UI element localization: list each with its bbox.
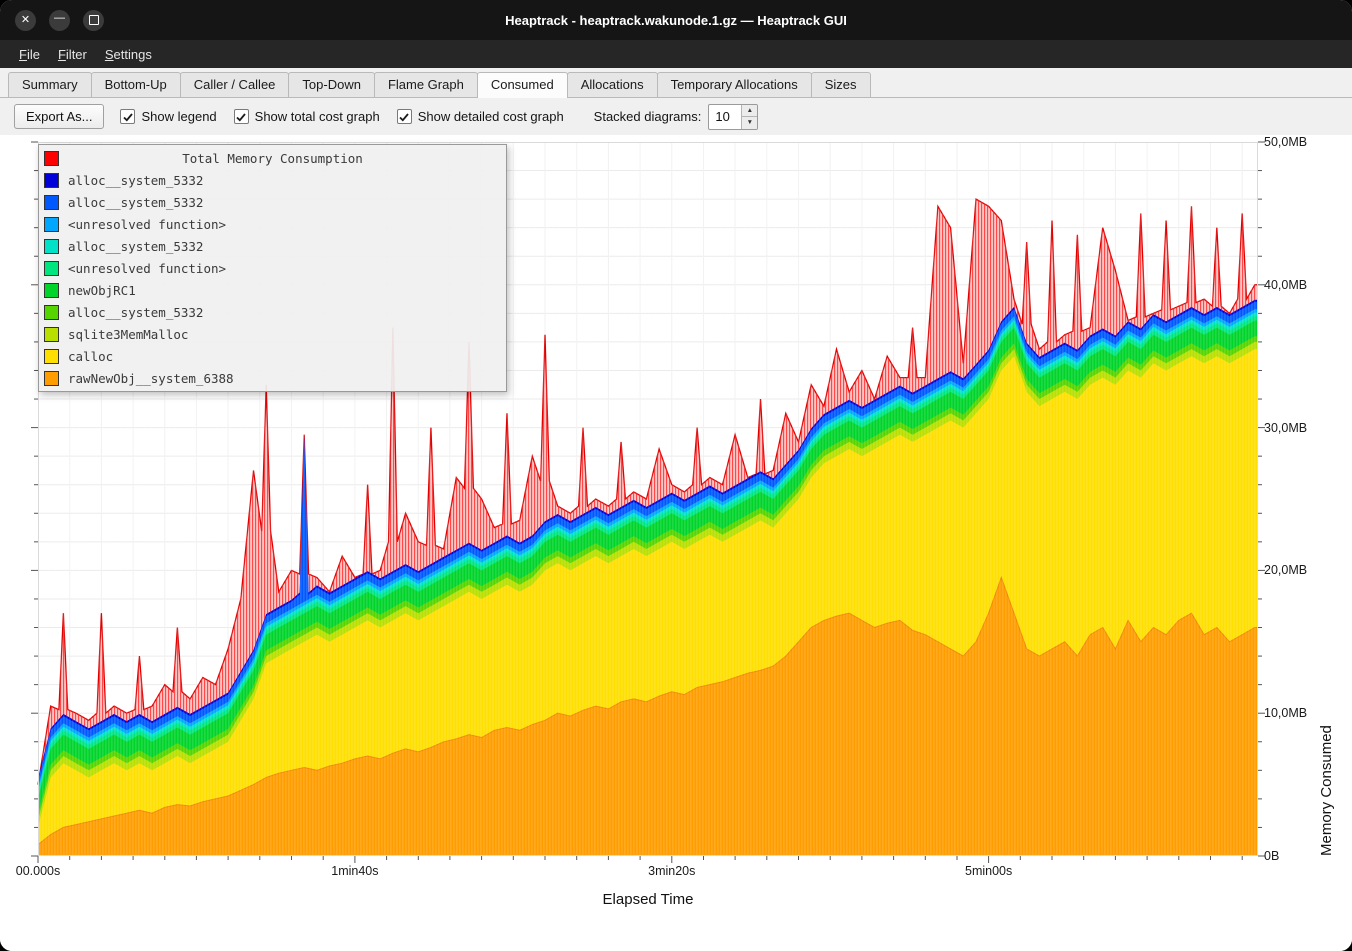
legend-label: rawNewObj__system_6388: [68, 371, 234, 386]
menu-settings[interactable]: Settings: [96, 43, 161, 66]
x-axis-tick-label: 00.000s: [16, 864, 60, 878]
tab-temporary-allocations[interactable]: Temporary Allocations: [657, 72, 812, 97]
close-button[interactable]: ✕: [15, 10, 36, 31]
y-axis-tick-label: 0B: [1264, 848, 1279, 864]
y-axis-tick-label: 10,0MB: [1264, 705, 1307, 721]
window-title: Heaptrack - heaptrack.wakunode.1.gz — He…: [505, 13, 847, 28]
stacked-diagrams-group: Stacked diagrams: 10 ▲ ▼: [594, 104, 759, 130]
maximize-icon: [89, 15, 99, 25]
checkbox-show-legend[interactable]: Show legend: [120, 109, 216, 124]
tab-flame-graph[interactable]: Flame Graph: [374, 72, 478, 97]
stacked-diagrams-label: Stacked diagrams:: [594, 109, 702, 124]
tab-consumed[interactable]: Consumed: [477, 72, 568, 98]
menu-file[interactable]: File: [10, 43, 49, 66]
tab-bar: SummaryBottom-UpCaller / CalleeTop-DownF…: [0, 68, 1352, 98]
maximize-button[interactable]: [83, 10, 104, 31]
checkbox-box[interactable]: [397, 109, 412, 124]
x-axis-tick-label: 3min20s: [648, 864, 695, 878]
export-as-button[interactable]: Export As...: [14, 104, 104, 129]
legend-item: alloc__system_5332: [39, 191, 506, 213]
title-bar: ✕ — Heaptrack - heaptrack.wakunode.1.gz …: [0, 0, 1352, 40]
legend-label: alloc__system_5332: [68, 305, 203, 320]
y-axis-tick-label: 30,0MB: [1264, 420, 1307, 436]
tab-sizes[interactable]: Sizes: [811, 72, 871, 97]
toolbar: Export As... Show legend Show total cost …: [0, 98, 1352, 135]
legend-swatch: [44, 349, 59, 364]
tab-top-down[interactable]: Top-Down: [288, 72, 375, 97]
app-window: ✕ — Heaptrack - heaptrack.wakunode.1.gz …: [0, 0, 1352, 951]
tab-bottom-up[interactable]: Bottom-Up: [91, 72, 181, 97]
spinner-up-button[interactable]: ▲: [742, 105, 757, 118]
legend-item: newObjRC1: [39, 279, 506, 301]
legend-total-swatch: [44, 151, 59, 166]
chart-legend: Total Memory Consumption alloc__system_53…: [38, 144, 507, 392]
legend-label: sqlite3MemMalloc: [68, 327, 188, 342]
legend-label: <unresolved function>: [68, 217, 226, 232]
checkbox-label: Show detailed cost graph: [418, 109, 564, 124]
legend-title-row: Total Memory Consumption: [39, 147, 506, 169]
legend-title: Total Memory Consumption: [182, 151, 363, 166]
minimize-button[interactable]: —: [49, 10, 70, 31]
close-icon: ✕: [21, 15, 30, 26]
legend-item: alloc__system_5332: [39, 169, 506, 191]
legend-label: alloc__system_5332: [68, 195, 203, 210]
legend-item: <unresolved function>: [39, 257, 506, 279]
checkbox-show-detailed-cost-graph[interactable]: Show detailed cost graph: [397, 109, 564, 124]
tab-caller-callee[interactable]: Caller / Callee: [180, 72, 290, 97]
legend-label: newObjRC1: [68, 283, 136, 298]
legend-item: alloc__system_5332: [39, 235, 506, 257]
legend-item: calloc: [39, 345, 506, 367]
checkbox-label: Show legend: [141, 109, 216, 124]
legend-swatch: [44, 217, 59, 232]
legend-swatch: [44, 327, 59, 342]
tab-summary[interactable]: Summary: [8, 72, 92, 97]
checkbox-box[interactable]: [120, 109, 135, 124]
toolbar-checkboxes: Show legend Show total cost graph Show det…: [120, 109, 563, 124]
chart-region: Total Memory Consumption alloc__system_53…: [0, 135, 1352, 951]
legend-label: alloc__system_5332: [68, 173, 203, 188]
x-axis-tick-label: 5min00s: [965, 864, 1012, 878]
spinner-down-button[interactable]: ▼: [742, 117, 757, 129]
y-axis-tick-label: 50,0MB: [1264, 134, 1307, 150]
minimize-icon: —: [54, 13, 65, 24]
x-axis-title: Elapsed Time: [603, 891, 694, 908]
legend-swatch: [44, 261, 59, 276]
checkbox-label: Show total cost graph: [255, 109, 380, 124]
legend-item: <unresolved function>: [39, 213, 506, 235]
legend-swatch: [44, 239, 59, 254]
legend-swatch: [44, 195, 59, 210]
legend-label: <unresolved function>: [68, 261, 226, 276]
legend-swatch: [44, 305, 59, 320]
menu-bar: FileFilterSettings: [0, 40, 1352, 68]
y-axis-tick-label: 20,0MB: [1264, 562, 1307, 578]
legend-item: rawNewObj__system_6388: [39, 367, 506, 389]
checkbox-box[interactable]: [234, 109, 249, 124]
y-axis-title: Memory Consumed: [1318, 142, 1335, 856]
menu-filter[interactable]: Filter: [49, 43, 96, 66]
y-axis-tick-label: 40,0MB: [1264, 277, 1307, 293]
legend-swatch: [44, 371, 59, 386]
window-controls: ✕ —: [15, 0, 104, 40]
tab-allocations[interactable]: Allocations: [567, 72, 658, 97]
legend-label: alloc__system_5332: [68, 239, 203, 254]
stacked-diagrams-spinner[interactable]: 10 ▲ ▼: [708, 104, 758, 130]
legend-label: calloc: [68, 349, 113, 364]
checkbox-show-total-cost-graph[interactable]: Show total cost graph: [234, 109, 380, 124]
x-axis-tick-label: 1min40s: [331, 864, 378, 878]
legend-swatch: [44, 173, 59, 188]
spinner-buttons: ▲ ▼: [741, 105, 757, 129]
legend-item: sqlite3MemMalloc: [39, 323, 506, 345]
legend-swatch: [44, 283, 59, 298]
legend-item: alloc__system_5332: [39, 301, 506, 323]
stacked-diagrams-value: 10: [709, 105, 741, 129]
